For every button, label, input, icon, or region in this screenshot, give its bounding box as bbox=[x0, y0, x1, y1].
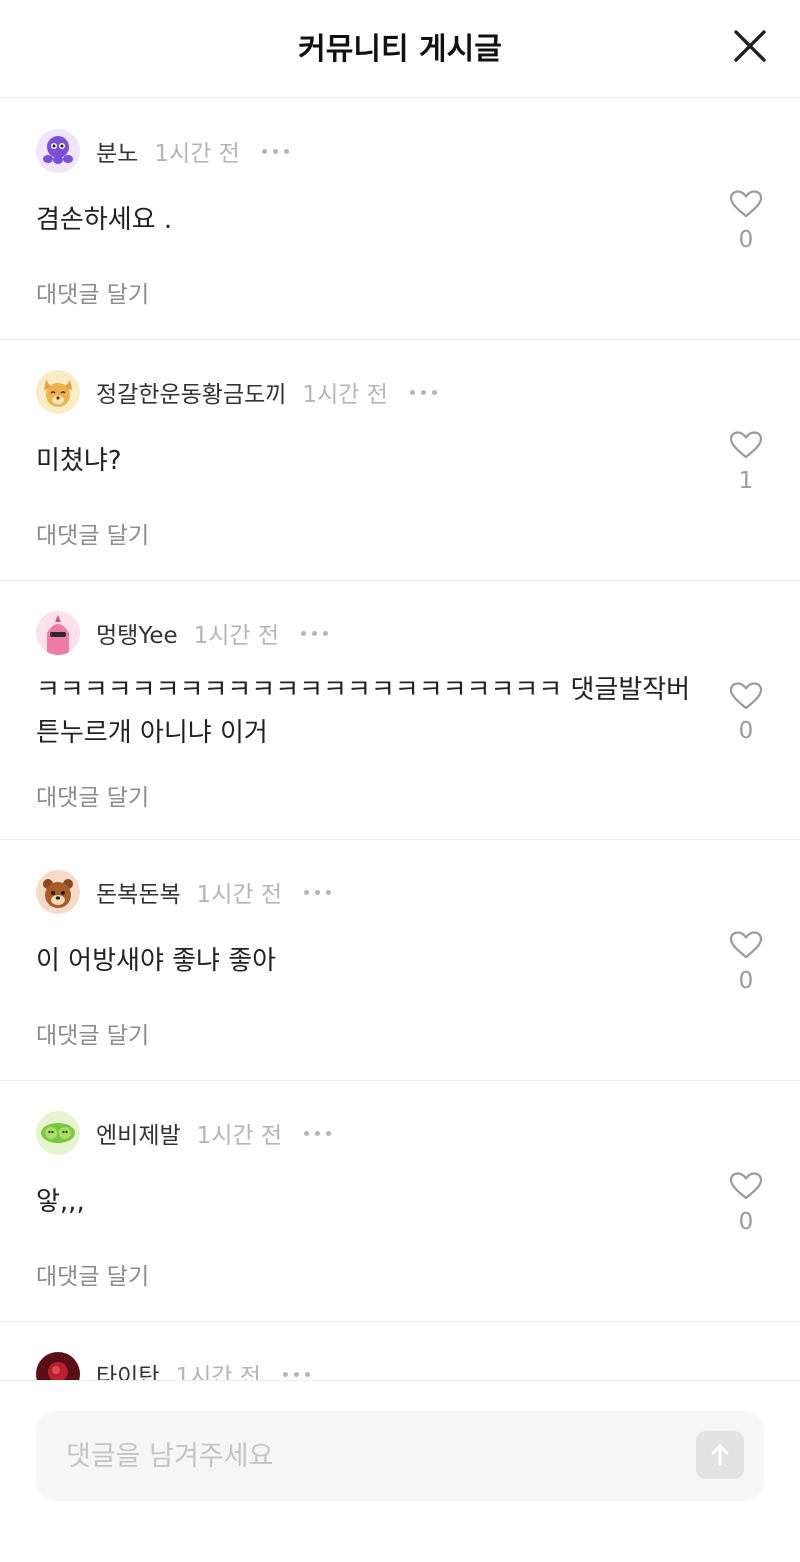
like-button[interactable] bbox=[728, 430, 764, 460]
like-button[interactable] bbox=[728, 681, 764, 711]
comment-input-container bbox=[36, 1411, 764, 1501]
heart-outline-icon bbox=[729, 190, 763, 218]
avatar[interactable] bbox=[36, 129, 80, 173]
comment-text: 이 어방새야 좋냐 좋아 bbox=[36, 946, 277, 976]
comment-text: 앟,,, bbox=[36, 1187, 85, 1217]
reply-button[interactable]: 대댓글 달기 bbox=[36, 778, 149, 812]
like-count: 0 bbox=[738, 1209, 754, 1235]
like-count: 1 bbox=[738, 468, 754, 494]
comment-item: 돈복돈복 1시간 전 이 어방새야 좋냐 좋아 대댓글 달기 0 bbox=[0, 840, 800, 1081]
like-count: 0 bbox=[738, 718, 754, 744]
comment-item: 엔비제발 1시간 전 앟,,, 대댓글 달기 0 bbox=[0, 1081, 800, 1322]
send-button[interactable] bbox=[696, 1431, 744, 1479]
pea-avatar-icon bbox=[36, 1111, 80, 1155]
more-dots-icon[interactable] bbox=[304, 884, 332, 901]
timestamp: 1시간 전 bbox=[196, 882, 283, 908]
comment-item: 타이탄 1시간 전 bbox=[0, 1322, 800, 1380]
more-dots-icon[interactable] bbox=[282, 1366, 310, 1381]
author-name[interactable]: 멍탱Yee bbox=[96, 616, 178, 650]
raccoon-avatar-icon bbox=[36, 870, 80, 914]
comment-input[interactable] bbox=[66, 1431, 676, 1481]
close-icon bbox=[734, 30, 766, 62]
comment-list[interactable]: 분노 1시간 전 겸손하세요 . 대댓글 달기 0 정갈한운동황금도끼 1시간 … bbox=[0, 99, 800, 1380]
avatar[interactable] bbox=[36, 1352, 80, 1380]
comment-item: 분노 1시간 전 겸손하세요 . 대댓글 달기 0 bbox=[0, 99, 800, 340]
reply-button[interactable]: 대댓글 달기 bbox=[36, 1016, 149, 1050]
author-name[interactable]: 타이탄 bbox=[96, 1357, 159, 1380]
heart-outline-icon bbox=[729, 931, 763, 959]
pink-character-avatar-icon bbox=[36, 611, 80, 655]
close-button[interactable] bbox=[730, 26, 770, 66]
more-dots-icon[interactable] bbox=[409, 384, 437, 401]
page-title: 커뮤니티 게시글 bbox=[298, 32, 502, 67]
avatar[interactable] bbox=[36, 611, 80, 655]
dog-avatar-icon bbox=[36, 370, 80, 414]
avatar[interactable] bbox=[36, 370, 80, 414]
comment-item: 멍탱Yee 1시간 전 ㅋㅋㅋㅋㅋㅋㅋㅋㅋㅋㅋㅋㅋㅋㅋㅋㅋㅋㅋㅋㅋㅋ 댓글발작버… bbox=[0, 581, 800, 840]
profile-photo-avatar-icon bbox=[36, 1352, 80, 1380]
heart-outline-icon bbox=[729, 1172, 763, 1200]
like-button[interactable] bbox=[728, 1171, 764, 1201]
author-name[interactable]: 정갈한운동황금도끼 bbox=[96, 375, 286, 409]
comment-item: 정갈한운동황금도끼 1시간 전 미쳤냐? 대댓글 달기 1 bbox=[0, 340, 800, 581]
timestamp: 1시간 전 bbox=[196, 1123, 283, 1149]
reply-button[interactable]: 대댓글 달기 bbox=[36, 1257, 149, 1291]
like-count: 0 bbox=[738, 227, 754, 253]
more-dots-icon[interactable] bbox=[261, 143, 289, 160]
arrow-up-icon bbox=[711, 1444, 729, 1466]
avatar[interactable] bbox=[36, 1111, 80, 1155]
timestamp: 1시간 전 bbox=[154, 141, 240, 167]
comment-text: ㅋㅋㅋㅋㅋㅋㅋㅋㅋㅋㅋㅋㅋㅋㅋㅋㅋㅋㅋㅋㅋㅋ 댓글발작버튼누르개 아니냐 이거 bbox=[36, 675, 691, 748]
comment-input-bar bbox=[0, 1380, 800, 1562]
heart-outline-icon bbox=[729, 431, 763, 459]
more-dots-icon[interactable] bbox=[304, 1125, 332, 1142]
avatar[interactable] bbox=[36, 870, 80, 914]
comment-text: 미쳤냐? bbox=[36, 446, 122, 476]
timestamp: 1시간 전 bbox=[302, 382, 388, 408]
like-count: 0 bbox=[738, 968, 754, 994]
octopus-avatar-icon bbox=[36, 129, 80, 173]
comment-text: 겸손하세요 . bbox=[36, 205, 173, 235]
author-name[interactable]: 돈복돈복 bbox=[96, 875, 181, 909]
more-dots-icon[interactable] bbox=[301, 625, 329, 642]
app-header: 커뮤니티 게시글 bbox=[0, 0, 800, 98]
reply-button[interactable]: 대댓글 달기 bbox=[36, 275, 149, 309]
timestamp: 1시간 전 bbox=[193, 623, 280, 649]
like-button[interactable] bbox=[728, 189, 764, 219]
heart-outline-icon bbox=[729, 682, 763, 710]
author-name[interactable]: 엔비제발 bbox=[96, 1116, 181, 1150]
timestamp: 1시간 전 bbox=[175, 1364, 261, 1380]
like-button[interactable] bbox=[728, 930, 764, 960]
author-name[interactable]: 분노 bbox=[96, 134, 138, 168]
reply-button[interactable]: 대댓글 달기 bbox=[36, 516, 149, 550]
